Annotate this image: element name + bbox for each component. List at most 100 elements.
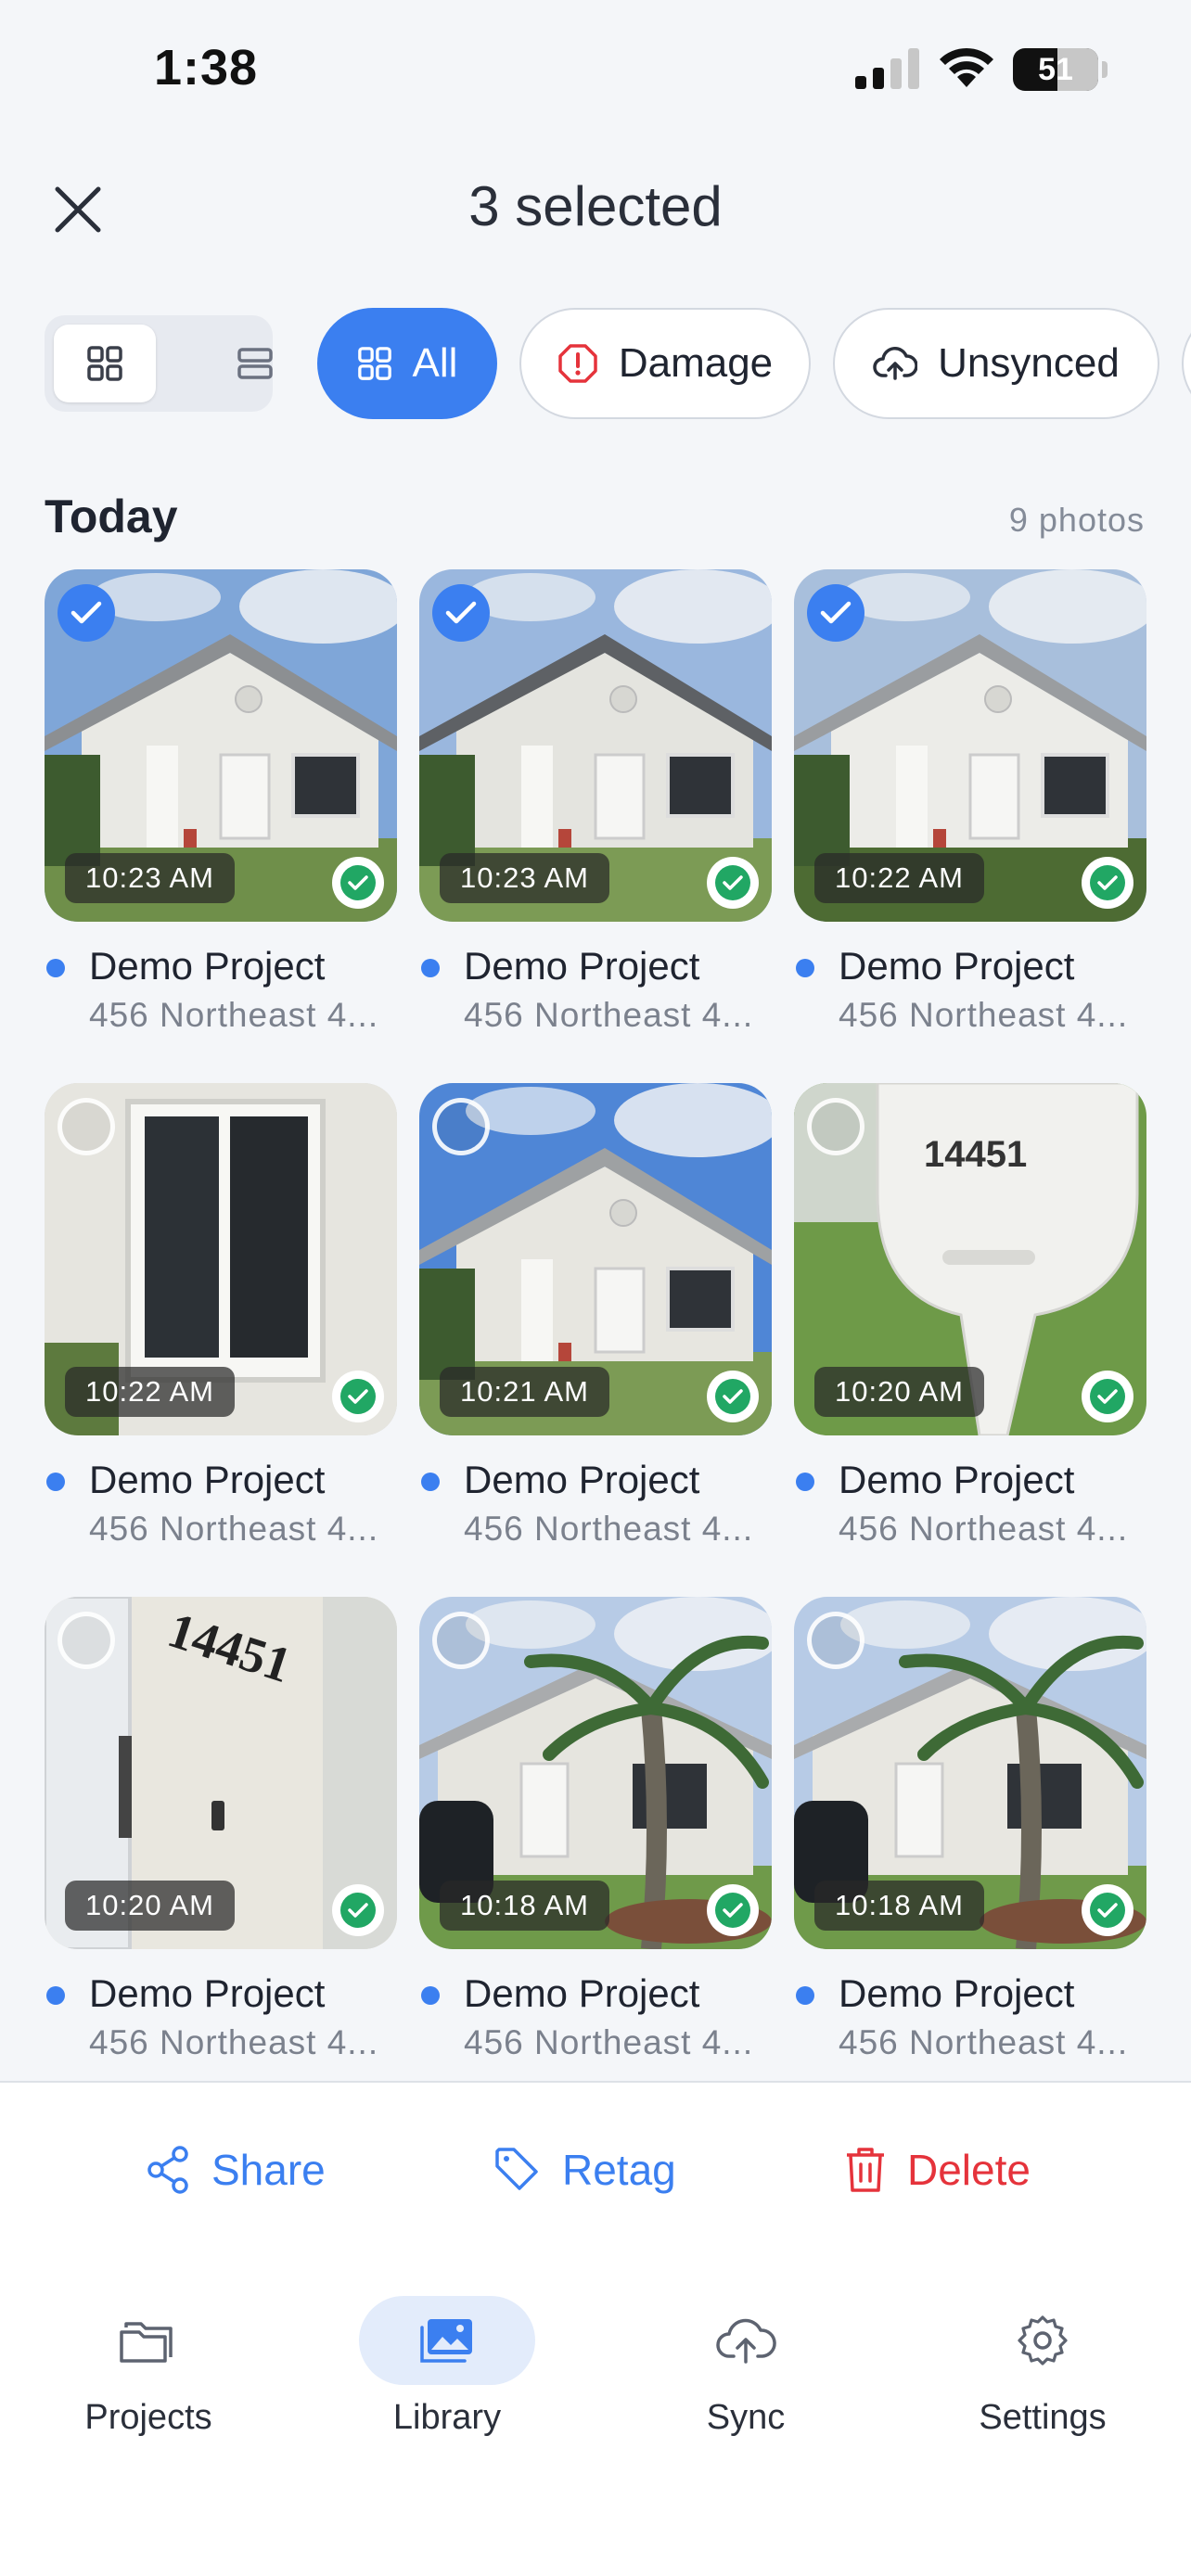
filter-chip-all[interactable]: All	[317, 308, 497, 419]
photo-thumbnail[interactable]: 14451 10:20 AM	[45, 1597, 397, 1949]
photo-tile[interactable]: 14451 10:20 AM Demo Project 456 Northeast 4…	[794, 1083, 1146, 1597]
time-badge: 10:18 AM	[440, 1881, 609, 1931]
project-name: Demo Project	[839, 944, 1075, 988]
project-color-dot	[421, 1473, 440, 1491]
project-address: 456 Northeast 4...	[464, 2023, 754, 2061]
check-circle-icon	[1097, 875, 1118, 890]
filter-chip-label: All	[412, 340, 458, 386]
photo-thumbnail[interactable]: 10:23 AM	[419, 569, 772, 922]
tab-projects[interactable]: Projects	[37, 2296, 260, 2444]
photo-tile[interactable]: 10:18 AM Demo Project 456 Northeast 4...	[419, 1597, 772, 2111]
unselected-checkbox[interactable]	[807, 1098, 864, 1155]
photo-tile[interactable]: 10:22 AM Demo Project 456 Northeast 4...	[45, 1083, 397, 1597]
status-time: 1:38	[154, 40, 259, 96]
page-title: 3 selected	[468, 175, 723, 237]
grid-icon	[357, 347, 391, 380]
project-name: Demo Project	[839, 1458, 1075, 1501]
photo-tile[interactable]: 10:23 AM Demo Project 456 Northeast 4...	[419, 569, 772, 1083]
check-circle-icon	[723, 1389, 743, 1404]
battery-icon: 51	[1013, 48, 1098, 91]
project-color-dot	[796, 959, 814, 977]
project-color-dot	[46, 1986, 65, 2005]
tag-icon	[495, 2148, 538, 2190]
photo-grid: 10:23 AM Demo Project 456 Northeast 4... 10…	[45, 569, 1146, 2111]
tab-label: Library	[392, 2398, 502, 2437]
check-circle-icon	[1097, 1389, 1118, 1404]
section-title: Today	[45, 491, 178, 542]
tab-sync[interactable]: Sync	[634, 2296, 857, 2444]
check-circle-icon	[723, 1903, 743, 1918]
wifi-icon	[940, 47, 993, 87]
unselected-checkbox[interactable]	[807, 1612, 864, 1669]
photo-thumbnail[interactable]: 14451 10:20 AM	[794, 1083, 1146, 1435]
filter-chip-unsynced[interactable]: Unsynced	[833, 308, 1159, 419]
synced-badge	[1082, 1371, 1133, 1422]
project-name: Demo Project	[839, 1971, 1075, 2015]
share-icon	[147, 2146, 188, 2194]
project-name: Demo Project	[464, 944, 700, 988]
project-color-dot	[46, 959, 65, 977]
photo-tile[interactable]: 14451 10:20 AM Demo Project 456 Northeast 4…	[45, 1597, 397, 2111]
check-circle-icon	[348, 1389, 368, 1404]
photo-tile[interactable]: 10:18 AM Demo Project 456 Northeast 4...	[794, 1597, 1146, 2111]
images-icon	[420, 2319, 472, 2363]
selected-checkbox[interactable]	[432, 584, 490, 642]
trash-icon	[847, 2148, 884, 2192]
tab-settings[interactable]: Settings	[931, 2296, 1154, 2444]
project-address: 456 Northeast 4...	[464, 1510, 754, 1548]
retag-label: Retag	[562, 2146, 676, 2194]
photo-tile[interactable]: 10:23 AM Demo Project 456 Northeast 4...	[45, 569, 397, 1083]
unselected-checkbox[interactable]	[432, 1098, 490, 1155]
tab-library[interactable]: Library	[336, 2296, 558, 2444]
folder-icon	[120, 2322, 173, 2363]
photo-count: 9 photos	[1008, 501, 1145, 539]
project-address: 456 Northeast 4...	[839, 2023, 1129, 2061]
share-button[interactable]: Share	[145, 2133, 326, 2207]
selected-checkbox[interactable]	[807, 584, 864, 642]
project-address: 456 Northeast 4...	[89, 1510, 379, 1548]
list-view-button[interactable]	[204, 325, 306, 402]
checkmark-icon	[820, 601, 852, 624]
unselected-checkbox[interactable]	[58, 1098, 115, 1155]
photo-thumbnail[interactable]: 10:18 AM	[794, 1597, 1146, 1949]
synced-badge	[1082, 857, 1133, 909]
photo-thumbnail[interactable]: 10:22 AM	[794, 569, 1146, 922]
retag-button[interactable]: Retag	[493, 2133, 676, 2207]
project-address: 456 Northeast 4...	[464, 996, 754, 1034]
check-circle-icon	[1097, 1903, 1118, 1918]
filter-chip-damage[interactable]: Damage	[519, 308, 811, 419]
project-color-dot	[46, 1473, 65, 1491]
photo-tile[interactable]: 10:21 AM Demo Project 456 Northeast 4...	[419, 1083, 772, 1597]
filter-chip-label: Unsynced	[938, 340, 1120, 386]
filter-chip-more[interactable]	[1182, 308, 1191, 419]
photo-tile[interactable]: 10:22 AM Demo Project 456 Northeast 4...	[794, 569, 1146, 1083]
battery-level: 51	[1038, 52, 1073, 87]
project-color-dot	[421, 959, 440, 977]
check-circle-icon	[723, 875, 743, 890]
unselected-checkbox[interactable]	[432, 1612, 490, 1669]
time-badge: 10:18 AM	[814, 1881, 984, 1931]
photo-thumbnail[interactable]: 10:21 AM	[419, 1083, 772, 1435]
project-name: Demo Project	[89, 944, 326, 988]
project-name: Demo Project	[89, 1458, 326, 1501]
project-address: 456 Northeast 4...	[839, 996, 1129, 1034]
tab-label: Sync	[706, 2398, 786, 2437]
checkmark-icon	[445, 601, 477, 624]
selected-checkbox[interactable]	[58, 584, 115, 642]
grid-view-button[interactable]	[54, 325, 156, 402]
project-address: 456 Northeast 4...	[839, 1510, 1129, 1548]
time-badge: 10:22 AM	[65, 1367, 235, 1417]
project-color-dot	[796, 1473, 814, 1491]
photo-thumbnail[interactable]: 10:23 AM	[45, 569, 397, 922]
tab-label: Projects	[84, 2398, 212, 2437]
photo-thumbnail[interactable]: 10:22 AM	[45, 1083, 397, 1435]
unselected-checkbox[interactable]	[58, 1612, 115, 1669]
time-badge: 10:23 AM	[65, 853, 235, 903]
delete-label: Delete	[907, 2146, 1031, 2194]
list-icon	[237, 348, 273, 379]
alert-octagon-icon	[558, 344, 597, 383]
check-circle-icon	[348, 1903, 368, 1918]
delete-button[interactable]: Delete	[844, 2133, 1031, 2207]
photo-thumbnail[interactable]: 10:18 AM	[419, 1597, 772, 1949]
project-name: Demo Project	[464, 1971, 700, 2015]
